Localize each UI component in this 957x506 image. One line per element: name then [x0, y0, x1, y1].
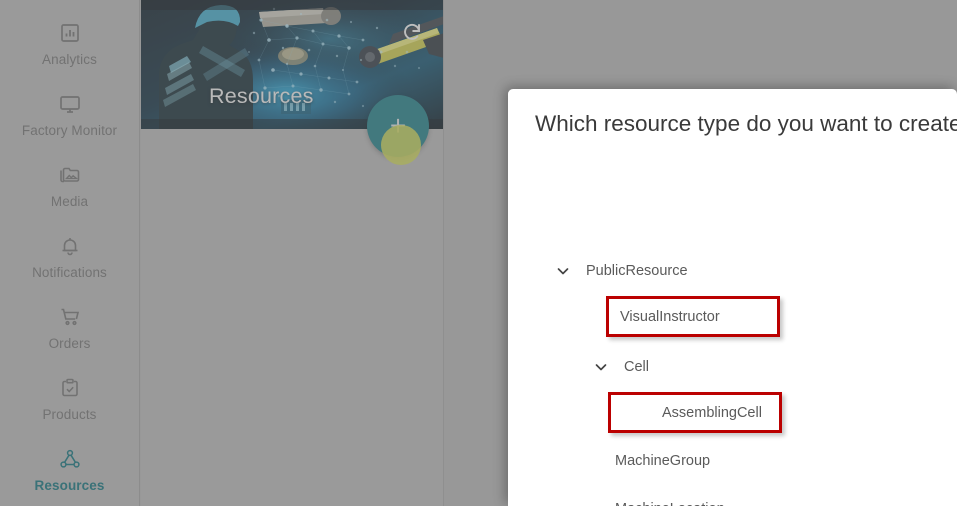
chevron-down-icon[interactable] — [593, 359, 609, 375]
tree-node-visual-instructor[interactable]: VisualInstructor — [606, 296, 780, 337]
tree-node-label: Cell — [624, 359, 649, 375]
tree-node-assembling-cell[interactable]: AssemblingCell — [608, 392, 782, 433]
tree-node-label: AssemblingCell — [662, 404, 762, 421]
tree-node-cell[interactable]: Cell — [593, 347, 649, 387]
resource-type-dialog: Which resource type do you want to creat… — [508, 89, 957, 506]
resource-type-tree: PublicResource VisualInstructor Cell Ass… — [508, 169, 957, 506]
tree-node-label: MachineGroup — [615, 453, 711, 469]
tree-node-machine-location[interactable]: MachineLocation — [615, 489, 725, 506]
tree-node-public-resource[interactable]: PublicResource — [555, 251, 688, 291]
tree-node-label: PublicResource — [586, 263, 688, 279]
tree-node-label: MachineLocation — [615, 501, 725, 506]
chevron-down-icon[interactable] — [555, 263, 571, 279]
tree-node-machine-group[interactable]: MachineGroup — [615, 441, 710, 481]
app-root: Analytics Factory Monitor Media Notifica… — [0, 0, 957, 506]
tree-node-label: VisualInstructor — [620, 308, 720, 325]
dialog-title: Which resource type do you want to creat… — [535, 111, 957, 136]
